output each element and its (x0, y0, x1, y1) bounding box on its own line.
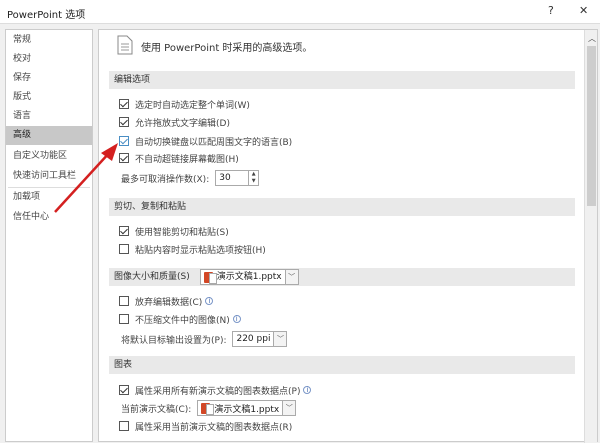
vertical-scrollbar[interactable]: ︿ (584, 30, 597, 443)
option-label: 选定时自动选定整个单词(W) (135, 100, 250, 111)
window-title: PowerPoint 选项 (7, 10, 86, 21)
option-label: 使用智能剪切和粘贴(S) (135, 227, 229, 238)
current-file-select[interactable]: 演示文稿1.pptx ﹀ (197, 400, 297, 416)
info-icon: i (205, 297, 214, 305)
chevron-down-icon[interactable]: ﹀ (273, 332, 287, 346)
option-label: 不自动超链接屏幕截图(H) (135, 154, 239, 165)
document-settings-icon (117, 35, 133, 55)
option-no-hyperlink-screenshot[interactable]: 不自动超链接屏幕截图(H) (119, 151, 239, 165)
sidebar-item-general[interactable]: 常规 (6, 31, 92, 50)
option-smart-cut-paste[interactable]: 使用智能剪切和粘贴(S) (119, 224, 229, 238)
info-icon: i (303, 386, 312, 394)
resolution-label: 将默认目标输出设置为(P): (121, 335, 227, 346)
checkbox[interactable] (119, 244, 129, 254)
resolution-row: 将默认目标输出设置为(P): 220 ppi ﹀ (121, 330, 288, 348)
help-button[interactable]: ? (548, 4, 554, 17)
sidebar-item-customize-ribbon[interactable]: 自定义功能区 (6, 147, 92, 166)
scroll-thumb[interactable] (587, 46, 596, 206)
option-label: 粘贴内容时显示粘贴选项按钮(H) (135, 245, 266, 256)
section-editing: 编辑选项 (109, 71, 575, 89)
sidebar-item-proofing[interactable]: 校对 (6, 50, 92, 69)
checkbox[interactable] (119, 421, 129, 431)
sidebar-item-trust-center[interactable]: 信任中心 (6, 208, 92, 227)
chevron-down-icon[interactable]: ﹀ (284, 270, 298, 284)
checkbox[interactable] (119, 117, 129, 127)
options-panel: 使用 PowerPoint 时采用的高级选项。 编辑选项 选定时自动选定整个单词… (98, 29, 598, 443)
checkbox[interactable] (119, 385, 129, 395)
current-presentation-row: 当前演示文稿(C): 演示文稿1.pptx ﹀ (121, 399, 297, 417)
select-value: 演示文稿1.pptx (214, 404, 280, 415)
spin-up-icon[interactable]: ▲ (249, 171, 258, 178)
undo-label: 最多可取消操作数(X): (121, 174, 210, 185)
option-label: 自动切换键盘以匹配周围文字的语言(B) (135, 137, 293, 148)
checkbox[interactable] (119, 296, 129, 306)
option-chart-current[interactable]: 属性采用当前演示文稿的图表数据点(R) (119, 419, 292, 433)
sidebar-item-advanced[interactable]: 高级 (6, 126, 92, 145)
section-title: 图像大小和质量(S) (114, 272, 190, 282)
sidebar-item-language[interactable]: 语言 (6, 107, 92, 126)
checkbox[interactable] (119, 314, 129, 324)
option-select-whole-word[interactable]: 选定时自动选定整个单词(W) (119, 97, 250, 111)
resolution-select[interactable]: 220 ppi ﹀ (232, 331, 288, 347)
option-label: 放弃编辑数据(C) (135, 297, 203, 308)
checkbox[interactable] (119, 136, 129, 146)
pptx-file-icon (201, 402, 215, 415)
section-clipboard: 剪切、复制和粘贴 (109, 198, 575, 216)
option-label: 属性采用所有新演示文稿的图表数据点(P) (135, 386, 301, 397)
undo-stepper[interactable]: 30 ▲ ▼ (215, 170, 260, 186)
scroll-up-icon[interactable]: ︿ (588, 33, 596, 44)
page-header: 使用 PowerPoint 时采用的高级选项。 (141, 43, 313, 54)
info-icon: i (232, 315, 241, 323)
sidebar-item-save[interactable]: 保存 (6, 69, 92, 88)
image-file-select[interactable]: 演示文稿1.pptx ﹀ (199, 269, 299, 285)
option-no-compress-images[interactable]: 不压缩文件中的图像(N) i (119, 312, 241, 326)
checkbox[interactable] (119, 99, 129, 109)
spin-down-icon[interactable]: ▼ (249, 178, 258, 185)
option-label: 不压缩文件中的图像(N) (135, 315, 230, 326)
select-value: 演示文稿1.pptx (216, 272, 282, 282)
sidebar-item-typography[interactable]: 版式 (6, 88, 92, 107)
checkbox[interactable] (119, 226, 129, 236)
option-label: 允许拖放式文字编辑(D) (135, 118, 230, 129)
undo-row: 最多可取消操作数(X): 30 ▲ ▼ (121, 169, 260, 187)
sidebar: 常规 校对 保存 版式 语言 高级 自定义功能区 快速访问工具栏 加载项 信任中… (5, 29, 93, 442)
option-discard-edit-data[interactable]: 放弃编辑数据(C) i (119, 294, 214, 308)
current-label: 当前演示文稿(C): (121, 404, 192, 415)
sidebar-item-addins[interactable]: 加载项 (6, 188, 92, 207)
section-image-quality: 图像大小和质量(S) 演示文稿1.pptx ﹀ (109, 268, 575, 286)
section-chart: 图表 (109, 356, 575, 374)
select-value: 220 ppi (236, 334, 271, 344)
sidebar-item-quick-access[interactable]: 快速访问工具栏 (6, 167, 92, 186)
option-drag-drop[interactable]: 允许拖放式文字编辑(D) (119, 115, 230, 129)
checkbox[interactable] (119, 153, 129, 163)
option-paste-options-button[interactable]: 粘贴内容时显示粘贴选项按钮(H) (119, 242, 266, 256)
pptx-file-icon (203, 271, 217, 284)
chevron-down-icon[interactable]: ﹀ (282, 401, 296, 415)
close-button[interactable]: ✕ (579, 4, 588, 17)
option-chart-all-new[interactable]: 属性采用所有新演示文稿的图表数据点(P) i (119, 383, 312, 397)
title-bar: PowerPoint 选项 ? ✕ (0, 0, 600, 24)
option-label: 属性采用当前演示文稿的图表数据点(R) (135, 422, 293, 433)
undo-value[interactable]: 30 (216, 171, 248, 185)
option-auto-keyboard[interactable]: 自动切换键盘以匹配周围文字的语言(B) (119, 134, 292, 148)
